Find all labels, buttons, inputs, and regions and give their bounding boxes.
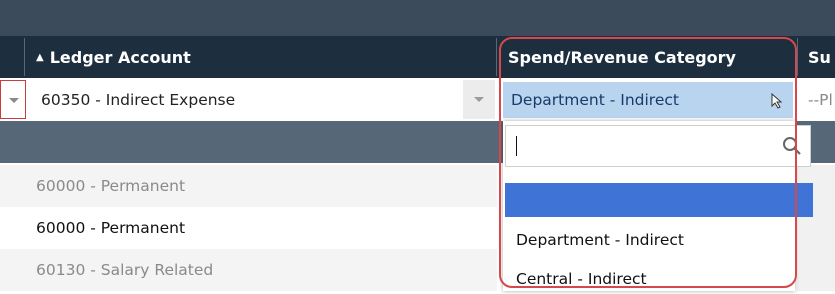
- column-header-label: Ledger Account: [49, 47, 191, 67]
- next-cell-placeholder[interactable]: --Pl: [808, 80, 835, 119]
- header-separator: [797, 38, 798, 76]
- ledger-dropdown-button[interactable]: [463, 80, 495, 119]
- column-header-label: Spend/Revenue Category: [508, 47, 736, 67]
- sort-ascending-icon: ▲: [36, 51, 44, 63]
- header-separator: [24, 38, 25, 76]
- column-header-spend-revenue-category[interactable]: Spend/Revenue Category: [508, 36, 778, 78]
- column-header-next[interactable]: Su: [808, 36, 835, 78]
- header-separator: [496, 38, 497, 76]
- mouse-cursor-icon: [769, 92, 785, 109]
- list-item[interactable]: 60000 - Permanent: [0, 165, 497, 207]
- column-header-ledger-account[interactable]: ▲ Ledger Account: [36, 36, 491, 78]
- dropdown-option[interactable]: Central - Indirect: [516, 264, 647, 294]
- list-item[interactable]: 60130 - Salary Related: [0, 249, 497, 291]
- top-bar: [0, 0, 835, 36]
- column-header-label: Su: [808, 47, 831, 67]
- ledger-account-select[interactable]: 60350 - Indirect Expense: [28, 80, 495, 119]
- previous-cell[interactable]: [0, 80, 26, 119]
- dropdown-option-empty-selected[interactable]: [505, 183, 813, 217]
- ledger-account-value: 60350 - Indirect Expense: [41, 90, 236, 109]
- search-icon: [783, 137, 801, 155]
- dropdown-option[interactable]: Department - Indirect: [516, 225, 684, 255]
- chevron-down-icon: [9, 98, 19, 103]
- spend-revenue-category-select[interactable]: Department - Indirect: [503, 82, 793, 118]
- chevron-down-icon: [474, 97, 484, 102]
- category-value: Department - Indirect: [511, 91, 679, 109]
- text-cursor: [516, 136, 517, 156]
- category-search-input[interactable]: [505, 125, 811, 167]
- list-item[interactable]: 60000 - Permanent: [0, 207, 497, 249]
